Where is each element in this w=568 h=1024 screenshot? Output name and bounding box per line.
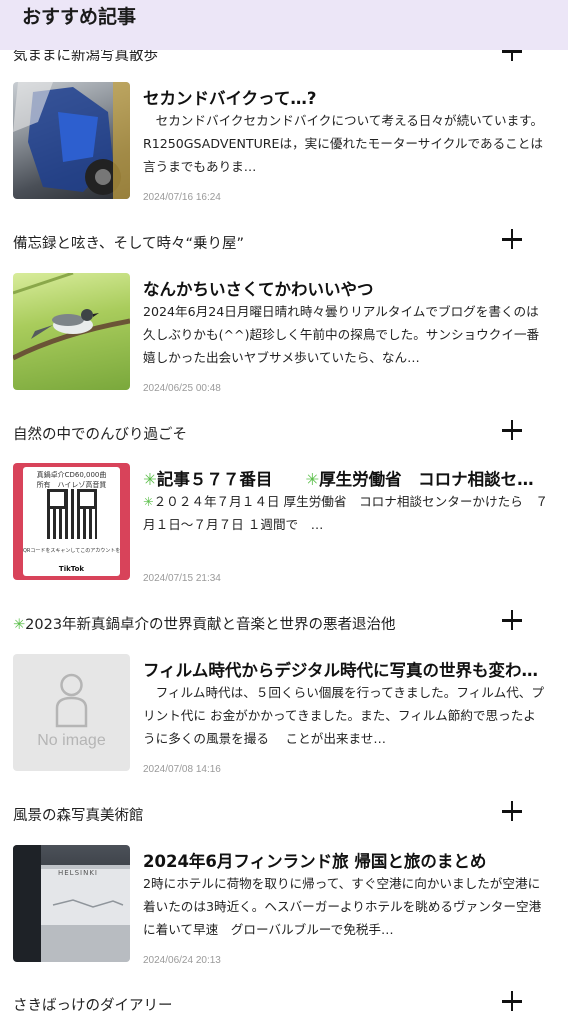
article-title-text: 記事５７７番目: [156, 470, 306, 489]
blog-row[interactable]: ✳2023年新真鍋卓介の世界貢献と音楽と世界の悪者退治他: [0, 609, 568, 639]
article-thumbnail[interactable]: [13, 82, 130, 199]
article-date: 2024/07/08 14:16: [143, 764, 221, 775]
blog-name[interactable]: 自然の中でのんびり過ごそ: [13, 423, 187, 444]
article-card[interactable]: セカンドバイクって…? セカンドバイクセカンドバイクについて考える日々が続いてい…: [0, 82, 568, 212]
article-date: 2024/06/25 00:48: [143, 383, 221, 394]
article-card[interactable]: No image フィルム時代からデジタル時代に写真の世界も変わった フィルム時…: [0, 654, 568, 784]
sparkle-icon: ✳: [143, 494, 154, 509]
blog-name[interactable]: ✳2023年新真鍋卓介の世界貢献と音楽と世界の悪者退治他: [13, 613, 396, 634]
plus-icon[interactable]: [500, 800, 524, 824]
article-date: 2024/07/15 21:34: [143, 573, 221, 584]
qr-card: 真鍋卓介CD60,000曲 所有 ハイレゾ高音質 QRコードをスキャンしてこのア…: [23, 467, 120, 576]
article-card[interactable]: 真鍋卓介CD60,000曲 所有 ハイレゾ高音質 QRコードをスキャンしてこのア…: [0, 463, 568, 593]
blog-row[interactable]: 風景の森写真美術館: [0, 800, 568, 830]
blog-name[interactable]: さきばっけのダイアリー: [13, 994, 173, 1015]
article-title-text: 厚生労働省 コロナ相談センター: [319, 470, 548, 489]
article-title[interactable]: なんかちいさくてかわいいやつ: [143, 276, 548, 300]
no-image-label: No image: [37, 732, 106, 749]
app-header: おすすめ記事: [0, 0, 568, 50]
article-thumbnail[interactable]: 真鍋卓介CD60,000曲 所有 ハイレゾ高音質 QRコードをスキャンしてこのア…: [13, 463, 130, 580]
helsinki-sign: HELSINKI: [58, 869, 98, 877]
blog-row[interactable]: 自然の中でのんびり過ごそ: [0, 419, 568, 449]
article-date: 2024/07/16 16:24: [143, 192, 221, 203]
blog-name-text: 2023年新真鍋卓介の世界貢献と音楽と世界の悪者退治他: [25, 617, 396, 633]
article-thumbnail[interactable]: [13, 273, 130, 390]
blog-row[interactable]: さきばっけのダイアリー: [0, 990, 568, 1020]
article-title[interactable]: ✳記事５７７番目 ✳厚生労働省 コロナ相談センター: [143, 466, 548, 490]
blog-name[interactable]: 風景の森写真美術館: [13, 804, 144, 825]
plus-icon[interactable]: [500, 228, 524, 252]
article-card[interactable]: なんかちいさくてかわいいやつ 2024年6月24日月曜日晴れ時々曇りリアルタイム…: [0, 273, 568, 403]
sparkle-icon: ✳: [143, 470, 157, 489]
article-excerpt: セカンドバイクセカンドバイクについて考える日々が続いています。R1250GSAD…: [143, 113, 544, 174]
tiktok-logo: TikTok: [58, 565, 85, 573]
qr-caption: QRコードをスキャンしてこのアカウントをフォロー: [23, 548, 120, 554]
plus-icon[interactable]: [500, 609, 524, 633]
article-excerpt: フィルム時代は、５回くらい個展を行ってきました。フィルム代、プリント代に お金が…: [143, 685, 544, 746]
motorcycle-illustration: [13, 82, 130, 199]
article-title[interactable]: フィルム時代からデジタル時代に写真の世界も変わった: [143, 657, 548, 681]
plus-icon[interactable]: [500, 419, 524, 443]
article-excerpt: 2時にホテルに荷物を取りに帰って、すぐ空港に向かいましたが空港に着いたのは3時近…: [143, 876, 542, 937]
article-excerpt: 2024年6月24日月曜日晴れ時々曇りリアルタイムでブログを書くのは久しぶりかも…: [143, 304, 540, 365]
article-title[interactable]: 2024年6月フィンランド旅 帰国と旅のまとめ: [143, 848, 548, 872]
bird-illustration: [13, 273, 130, 361]
article-thumbnail[interactable]: No image: [13, 654, 130, 771]
qr-caption: 真鍋卓介CD60,000曲: [36, 471, 107, 479]
blog-row[interactable]: 備忘録と呟き、そして時々“乗り屋”: [0, 228, 568, 258]
airport-illustration: [13, 845, 130, 962]
article-excerpt: ✳２０２４年７月１４日 厚生労働省 コロナ相談センターかけたら ７月１日〜７月７…: [143, 490, 548, 560]
qr-code-icon: [47, 489, 97, 539]
article-thumbnail[interactable]: HELSINKI: [13, 845, 130, 962]
blog-name[interactable]: 備忘録と呟き、そして時々“乗り屋”: [13, 232, 244, 253]
person-placeholder-icon: [55, 673, 88, 728]
plus-icon[interactable]: [500, 990, 524, 1014]
article-excerpt-text: ２０２４年７月１４日 厚生労働省 コロナ相談センターかけたら ７月１日〜７月７日…: [143, 494, 548, 532]
sparkle-icon: ✳: [13, 617, 26, 633]
article-title[interactable]: セカンドバイクって…?: [143, 85, 548, 109]
sparkle-icon: ✳: [305, 470, 320, 489]
section-title: おすすめ記事: [22, 6, 137, 28]
article-card[interactable]: HELSINKI 2024年6月フィンランド旅 帰国と旅のまとめ 2時にホテルに…: [0, 845, 568, 975]
article-date: 2024/06/24 20:13: [143, 955, 221, 966]
